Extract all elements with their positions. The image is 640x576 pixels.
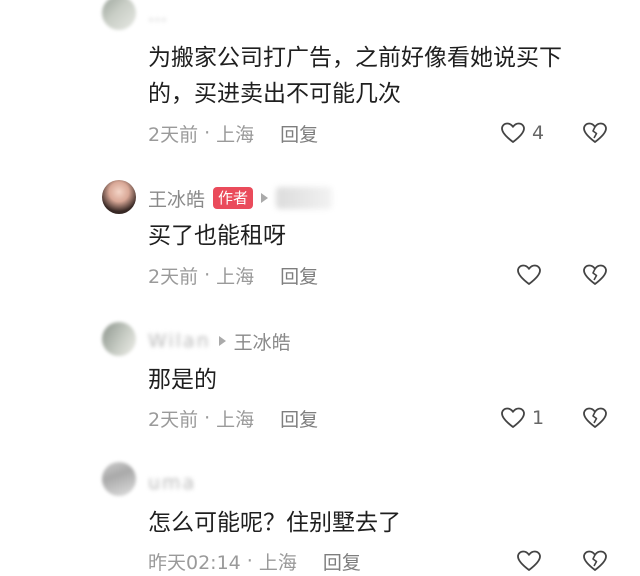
comment-text: 怎么可能呢？住别墅去了 xyxy=(148,505,401,541)
meta-separator: · xyxy=(204,264,211,286)
comment-time: 昨天02:14 xyxy=(148,551,241,574)
comment-text-line: 为搬家公司打广告，之前好像看她说买下 xyxy=(148,45,562,71)
heart-outline-icon xyxy=(500,121,526,145)
comment-time: 2天前 xyxy=(148,265,199,288)
broken-heart-icon xyxy=(582,121,608,145)
username[interactable]: uma xyxy=(148,472,196,494)
broken-heart-icon xyxy=(582,406,608,430)
meta-separator: · xyxy=(246,550,253,572)
comment-text-line: 那是的 xyxy=(148,367,217,393)
reply-arrow-icon xyxy=(218,336,226,346)
comment-meta: 2天前 · 上海 回复 xyxy=(148,403,318,433)
heart-outline-icon xyxy=(516,263,542,287)
comment-header: 王冰皓 作者 xyxy=(148,183,333,213)
username[interactable]: 王冰皓 xyxy=(148,185,205,212)
author-badge: 作者 xyxy=(213,187,254,209)
username[interactable]: … xyxy=(148,4,169,26)
comment-text: 买了也能租呀 xyxy=(148,218,286,254)
broken-heart-icon xyxy=(582,549,608,573)
heart-outline-icon xyxy=(516,549,542,573)
comment-text: 为搬家公司打广告，之前好像看她说买下 的，买进卖出不可能几次 xyxy=(148,40,562,112)
comment-text-line: 的，买进卖出不可能几次 xyxy=(148,81,401,107)
comment-header: uma xyxy=(148,468,196,498)
comment-time: 2天前 xyxy=(148,123,199,146)
reply-arrow-icon xyxy=(261,193,269,203)
meta-separator: · xyxy=(204,407,211,429)
comment-location: 上海 xyxy=(216,265,255,288)
like-button[interactable] xyxy=(516,260,542,290)
reply-button[interactable]: 回复 xyxy=(280,262,318,289)
comment-time: 2天前 xyxy=(148,408,199,431)
comment-header: … xyxy=(148,0,169,30)
dislike-button[interactable] xyxy=(582,260,608,290)
comment-meta: 昨天02:14 · 上海 回复 xyxy=(148,546,361,576)
reply-button[interactable]: 回复 xyxy=(280,120,318,147)
heart-outline-icon xyxy=(500,406,526,430)
like-button[interactable]: 4 xyxy=(500,118,544,148)
avatar[interactable] xyxy=(102,180,136,214)
username[interactable]: Wilan xyxy=(148,330,211,352)
meta-separator: · xyxy=(204,122,211,144)
broken-heart-icon xyxy=(582,263,608,287)
avatar[interactable] xyxy=(102,322,136,356)
dislike-button[interactable] xyxy=(582,118,608,148)
comment-location: 上海 xyxy=(258,551,297,574)
comment-text: 那是的 xyxy=(148,362,217,398)
comment-location: 上海 xyxy=(216,123,255,146)
dislike-button[interactable] xyxy=(582,403,608,433)
like-button[interactable]: 1 xyxy=(500,403,544,433)
reply-button[interactable]: 回复 xyxy=(323,548,361,575)
like-count: 4 xyxy=(532,122,545,144)
reply-to-username[interactable]: 王冰皓 xyxy=(234,328,291,355)
like-count: 1 xyxy=(532,407,545,429)
comment-text-line: 怎么可能呢？住别墅去了 xyxy=(148,510,401,536)
dislike-button[interactable] xyxy=(582,546,608,576)
comment-meta: 2天前 · 上海 回复 xyxy=(148,118,318,148)
redacted-name xyxy=(276,187,333,209)
comment-header: Wilan 王冰皓 xyxy=(148,326,291,356)
like-button[interactable] xyxy=(516,546,542,576)
comment-text-line: 买了也能租呀 xyxy=(148,223,286,249)
reply-button[interactable]: 回复 xyxy=(280,405,318,432)
comment-location: 上海 xyxy=(216,408,255,431)
avatar[interactable] xyxy=(102,0,136,30)
avatar[interactable] xyxy=(102,462,136,496)
comment-meta: 2天前 · 上海 回复 xyxy=(148,260,318,290)
